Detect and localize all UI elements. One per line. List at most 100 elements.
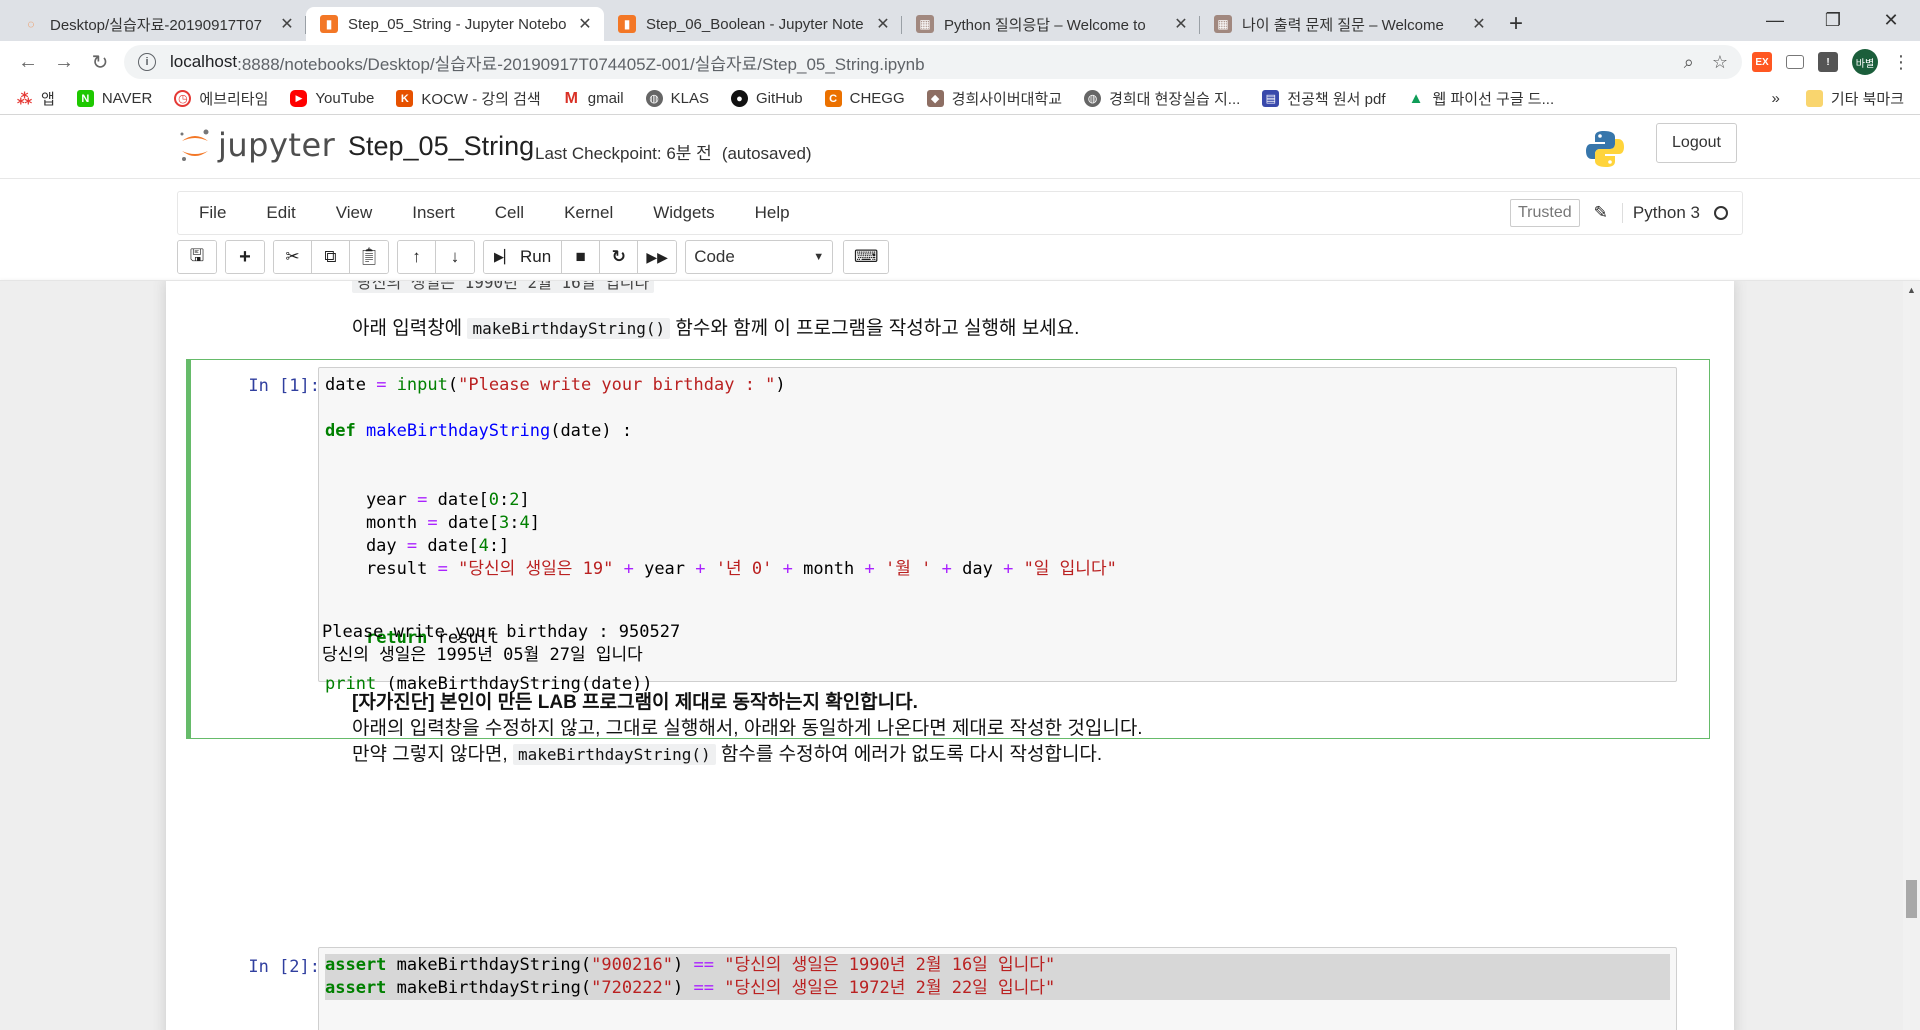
browser-tab-bar: ◌ Desktop/실습자료-20190917T07 ✕ ▮ Step_05_S… (0, 0, 1920, 41)
new-tab-button[interactable]: + (1498, 7, 1534, 41)
insert-cell-below-icon[interactable]: + (226, 241, 264, 273)
bookmark-everytime[interactable]: ◷ 에브리타임 (174, 88, 268, 109)
instruction-suffix: 함수와 함께 이 프로그램을 작성하고 실행해 보세요. (675, 318, 1080, 339)
address-bar-row: ← → ↻ i localhost:8888/notebooks/Desktop… (0, 41, 1920, 83)
kernel-name[interactable]: Python 3 (1621, 203, 1700, 223)
run-button[interactable]: ▶▏ Run (484, 241, 563, 273)
browser-tab[interactable]: ▦ 나이 출력 문제 질문 – Welcome ✕ (1200, 7, 1498, 41)
autosave-status: (autosaved) (721, 144, 812, 163)
menu-kernel[interactable]: Kernel (544, 203, 633, 223)
menu-help[interactable]: Help (735, 203, 810, 223)
interrupt-kernel-icon[interactable]: ■ (562, 241, 601, 273)
browser-tab[interactable]: ▮ Step_06_Boolean - Jupyter Note ✕ (604, 7, 902, 41)
back-icon[interactable]: ← (10, 46, 46, 78)
minimize-icon[interactable]: — (1746, 0, 1804, 40)
bookmark-drive[interactable]: ▲ 웹 파이선 구글 드... (1408, 88, 1555, 109)
forward-icon[interactable]: → (46, 46, 82, 78)
naver-icon: N (76, 90, 94, 107)
save-icon[interactable]: 🖫 (178, 241, 216, 273)
url-path: :8888/notebooks/Desktop/실습자료-20190917T07… (237, 54, 925, 74)
cut-icon[interactable]: ✂ (274, 241, 312, 273)
paste-icon[interactable]: 📋︎ (350, 241, 388, 273)
reload-icon[interactable]: ↻ (82, 46, 118, 78)
menu-view[interactable]: View (316, 203, 393, 223)
bookmark-apps[interactable]: ⁂ 앱 (16, 88, 55, 109)
clipped-code-text: 당신의 생일은 1990년 2월 16일 입니다 (352, 281, 655, 293)
restart-run-all-icon[interactable]: ▶▶ (638, 241, 677, 273)
restart-kernel-icon[interactable]: ↻ (600, 241, 639, 273)
check-line-suffix: 함수를 수정하여 에러가 없도록 다시 작성합니다. (720, 744, 1103, 765)
github-icon: ● (730, 90, 748, 107)
extension-ex-icon[interactable]: EX (1752, 52, 1772, 72)
bookmarks-bar: ⁂ 앱 N NAVER ◷ 에브리타임 ▶ YouTube K KOCW - 강… (0, 83, 1920, 115)
zoom-icon[interactable]: ⌕ (1684, 52, 1694, 73)
bookmark-label: CHEGG (849, 90, 905, 107)
close-icon[interactable]: ✕ (1470, 14, 1488, 34)
bookmark-label: 전공책 원서 pdf (1287, 91, 1386, 108)
bookmark-label: GitHub (755, 90, 803, 107)
page-scrollbar[interactable]: ▲ (1903, 281, 1920, 1030)
bookmark-klas[interactable]: ◍ KLAS (645, 90, 709, 107)
bookmark-textbook[interactable]: ▤ 전공책 원서 pdf (1262, 88, 1386, 109)
tab-title: Python 질의응답 – Welcome to (944, 16, 1146, 34)
move-down-icon[interactable]: ↓ (436, 241, 474, 273)
extensions: EX ! 바별 ⋮ (1752, 49, 1910, 75)
bookmark-kocw[interactable]: K KOCW - 강의 검색 (396, 88, 541, 109)
menu-file[interactable]: File (178, 203, 246, 223)
browser-tab[interactable]: ▦ Python 질의응답 – Welcome to ✕ (902, 7, 1200, 41)
browser-menu-icon[interactable]: ⋮ (1892, 52, 1910, 73)
trusted-badge[interactable]: Trusted (1509, 199, 1580, 227)
extension-info-icon[interactable]: ! (1818, 52, 1838, 72)
code-input-area[interactable]: assert makeBirthdayString("900216") == "… (318, 947, 1677, 1030)
close-icon[interactable]: ✕ (1172, 14, 1190, 34)
python-logo-icon (1586, 131, 1624, 167)
scroll-up-icon[interactable]: ▲ (1903, 281, 1920, 298)
move-up-icon[interactable]: ↑ (398, 241, 436, 273)
cell-prompt: In [2]: (248, 957, 320, 977)
browser-tab-active[interactable]: ▮ Step_05_String - Jupyter Notebo ✕ (306, 7, 604, 41)
code-editor[interactable]: assert makeBirthdayString("900216") == "… (319, 948, 1676, 1006)
bookmark-naver[interactable]: N NAVER (76, 90, 152, 107)
cell-type-select[interactable]: Code ▼ (685, 240, 834, 274)
command-palette-keyboard-icon[interactable]: ⌨ (844, 241, 889, 273)
close-icon[interactable]: ✕ (278, 14, 296, 34)
bookmark-label: 경희사이버대학교 (951, 91, 1063, 108)
bookmark-gmail[interactable]: M gmail (563, 90, 624, 108)
window-controls: — ❐ ✕ (1746, 0, 1920, 40)
notebook-container: 당신의 생일은 1990년 2월 16일 입니다 아래 입력창에 makeBir… (0, 281, 1920, 1030)
check-line-prefix: 만약 그렇지 않다면, (352, 744, 508, 765)
output-line: 당신의 생일은 1995년 05월 27일 입니다 (322, 645, 643, 665)
maximize-icon[interactable]: ❐ (1804, 0, 1862, 40)
menu-widgets[interactable]: Widgets (633, 203, 734, 223)
bookmark-chegg[interactable]: C CHEGG (824, 90, 905, 107)
copy-icon[interactable]: ⧉ (312, 241, 350, 273)
forum-icon: ▦ (1214, 15, 1232, 33)
close-icon[interactable]: ✕ (874, 14, 892, 34)
tab-title: 나이 출력 문제 질문 – Welcome (1242, 16, 1444, 34)
menu-edit[interactable]: Edit (246, 203, 315, 223)
avatar[interactable]: 바별 (1852, 49, 1878, 75)
bookmark-star-icon[interactable]: ☆ (1712, 52, 1728, 73)
bookmark-internship[interactable]: ◍ 경희대 현장실습 지... (1084, 88, 1240, 109)
bookmarks-overflow-button[interactable]: » (1771, 90, 1779, 107)
bookmark-label: KOCW - 강의 검색 (421, 91, 541, 108)
notebook-title[interactable]: Step_05_String (348, 131, 534, 162)
other-bookmarks[interactable]: 기타 북마크 (1805, 88, 1904, 109)
self-check-line: 아래의 입력창을 수정하지 않고, 그대로 실행해서, 아래와 동일하게 나온다… (352, 718, 1143, 739)
menu-insert[interactable]: Insert (392, 203, 475, 223)
browser-tab[interactable]: ◌ Desktop/실습자료-20190917T07 ✕ (8, 7, 306, 41)
menu-cell[interactable]: Cell (475, 203, 544, 223)
extension-cast-icon[interactable] (1786, 55, 1804, 69)
site-info-icon[interactable]: i (138, 53, 156, 71)
bookmark-youtube[interactable]: ▶ YouTube (290, 90, 374, 107)
bookmark-github[interactable]: ● GitHub (730, 90, 803, 107)
bookmark-label: YouTube (315, 90, 375, 107)
folder-icon (1805, 90, 1823, 107)
window-close-icon[interactable]: ✕ (1862, 0, 1920, 40)
close-icon[interactable]: ✕ (576, 14, 594, 34)
bookmark-khcu[interactable]: ◆ 경희사이버대학교 (926, 88, 1063, 109)
url-input[interactable]: i localhost:8888/notebooks/Desktop/실습자료-… (124, 45, 1742, 79)
jupyter-logo[interactable]: jupyter (178, 125, 335, 165)
scrollbar-thumb[interactable] (1906, 880, 1917, 918)
logout-button[interactable]: Logout (1656, 123, 1737, 163)
